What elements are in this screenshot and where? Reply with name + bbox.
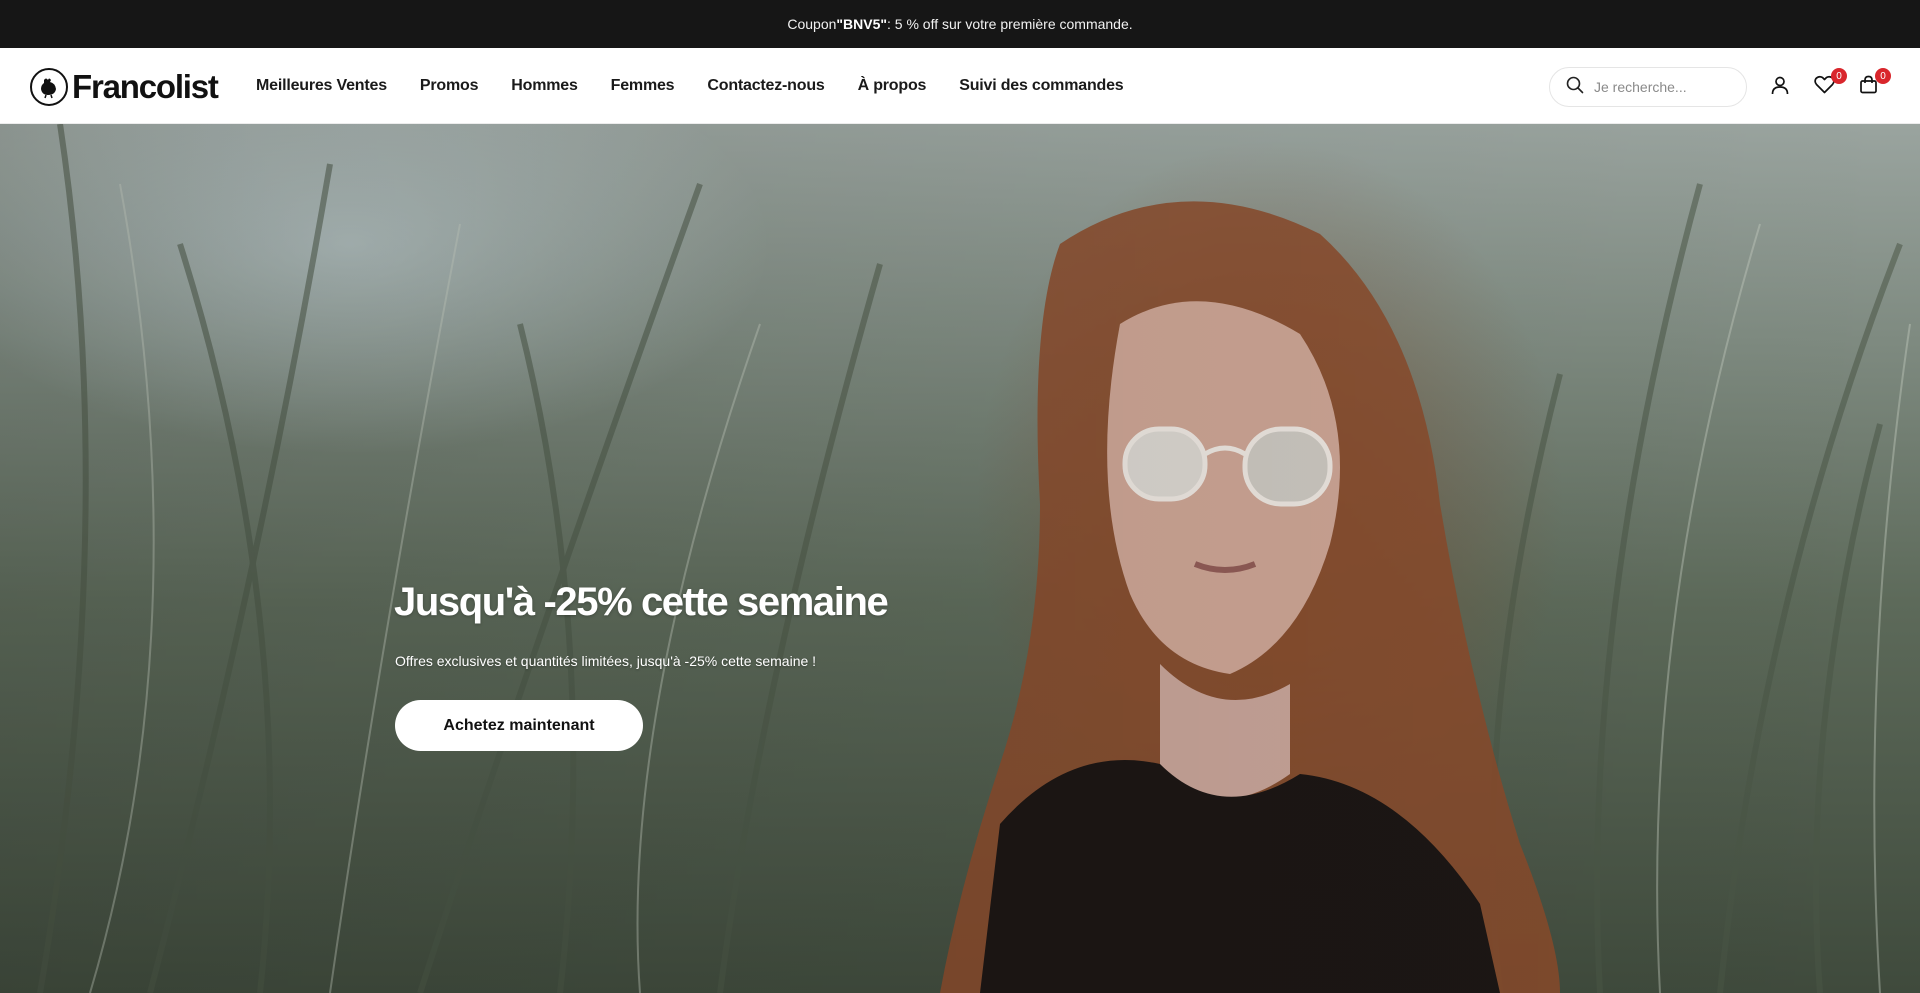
nav-item-femmes[interactable]: Femmes: [611, 77, 675, 95]
hero-subtitle: Offres exclusives et quantités limitées,…: [395, 653, 817, 669]
wishlist-count-badge: 0: [1831, 68, 1847, 84]
coupon-code: "BNV5": [836, 16, 888, 32]
rooster-icon: [30, 68, 68, 106]
nav-item-meilleures-ventes[interactable]: Meilleures Ventes: [256, 77, 387, 95]
nav-item-promos[interactable]: Promos: [420, 77, 479, 95]
announcement-prefix: Coupon: [787, 16, 837, 32]
nav-item-suivi-commandes[interactable]: Suivi des commandes: [959, 77, 1123, 95]
hero-overlay: [0, 124, 1920, 993]
hero-banner: Jusqu'à -25% cette semaine Offres exclus…: [0, 124, 1920, 993]
shop-now-button[interactable]: Achetez maintenant: [395, 700, 643, 751]
user-icon: [1770, 75, 1790, 100]
nav-item-a-propos[interactable]: À propos: [858, 77, 927, 95]
hero-title: Jusqu'à -25% cette semaine: [394, 580, 889, 624]
search-icon: [1566, 76, 1584, 99]
announcement-bar: Coupon "BNV5" : 5 % off sur votre premiè…: [0, 0, 1920, 48]
search-input[interactable]: [1594, 79, 1734, 95]
wishlist-button[interactable]: 0: [1811, 68, 1847, 100]
nav-item-contactez-nous[interactable]: Contactez-nous: [707, 77, 824, 95]
site-logo[interactable]: Francolist: [30, 68, 219, 106]
main-nav: Meilleures Ventes Promos Hommes Femmes C…: [256, 48, 1124, 124]
logo-text: Francolist: [72, 68, 219, 105]
cart-count-badge: 0: [1875, 68, 1891, 84]
cart-button[interactable]: 0: [1855, 68, 1891, 100]
search-box[interactable]: [1549, 67, 1747, 107]
site-header: Francolist Meilleures Ventes Promos Homm…: [0, 48, 1920, 124]
account-button[interactable]: [1767, 74, 1793, 100]
nav-item-hommes[interactable]: Hommes: [511, 77, 578, 95]
announcement-suffix: : 5 % off sur votre première commande.: [887, 16, 1133, 32]
